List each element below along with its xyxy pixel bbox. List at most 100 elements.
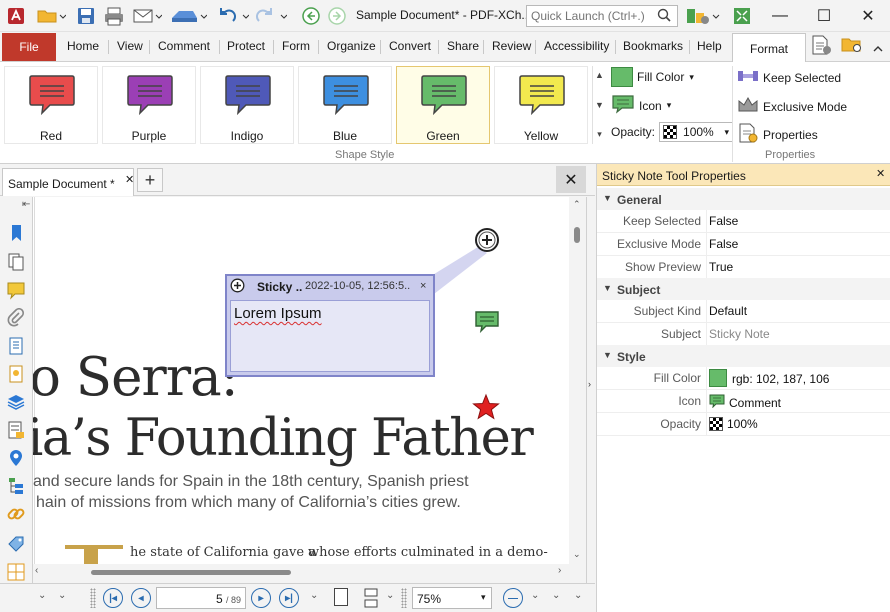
tab-share[interactable]: Share	[447, 39, 479, 53]
expand-gallery-icon[interactable]: ▾	[597, 129, 602, 140]
save-icon[interactable]	[74, 4, 98, 28]
fill-color-button[interactable]: Fill Color ▾	[611, 67, 694, 87]
style-yellow-button[interactable]: Yellow	[494, 66, 588, 144]
page-number-input[interactable]: 5 / 89	[156, 587, 246, 609]
back-nav-icon[interactable]	[300, 4, 322, 28]
tags-icon[interactable]	[6, 534, 26, 554]
zoom-out-button[interactable]: —	[503, 588, 523, 608]
open-folder-icon[interactable]	[34, 4, 68, 28]
tab-home[interactable]: Home	[67, 39, 99, 53]
tab-bookmarks[interactable]: Bookmarks	[623, 39, 683, 53]
style-red-button[interactable]: Red	[4, 66, 98, 144]
first-page-button[interactable]: |◂	[103, 588, 123, 608]
fields-icon[interactable]	[6, 420, 26, 440]
popup-close-button[interactable]: ×	[420, 280, 426, 292]
chevron-down-icon[interactable]: ⌄	[58, 590, 66, 601]
section-subject[interactable]: ▼ Subject	[597, 278, 890, 300]
tab-form[interactable]: Form	[282, 39, 310, 53]
chevron-down-icon[interactable]: ⌄	[574, 590, 582, 601]
chevron-right-icon[interactable]: ›	[588, 379, 591, 389]
sticky-note-anchor-icon[interactable]	[474, 227, 501, 253]
document-settings-icon[interactable]	[808, 33, 836, 57]
previous-page-button[interactable]: ◂	[131, 588, 151, 608]
prop-row-exclusive-mode[interactable]: Exclusive Mode False	[597, 233, 890, 256]
chevron-down-icon[interactable]: ⌄	[310, 590, 318, 601]
email-icon[interactable]	[130, 4, 164, 28]
chevron-right-icon[interactable]: ›	[558, 565, 561, 576]
style-purple-button[interactable]: Purple	[102, 66, 196, 144]
style-blue-button[interactable]: Blue	[298, 66, 392, 144]
compare-icon[interactable]	[6, 562, 26, 582]
bookmarks-icon[interactable]	[6, 223, 26, 243]
document-tab[interactable]: Sample Document * ✕	[2, 168, 134, 196]
chevron-up-icon[interactable]: ⌃	[573, 199, 581, 210]
prop-row-opacity[interactable]: Opacity 100%	[597, 413, 890, 436]
chevron-down-icon[interactable]: ⌄	[38, 590, 46, 601]
folder-search-icon[interactable]	[838, 33, 866, 57]
undo-icon[interactable]	[214, 4, 250, 28]
redo-icon[interactable]	[252, 4, 288, 28]
prop-value[interactable]: True	[709, 260, 733, 274]
prop-row-icon[interactable]: Icon Comment	[597, 390, 890, 413]
popup-content-box[interactable]: Lorem Ipsum	[230, 300, 430, 372]
tab-protect[interactable]: Protect	[227, 39, 265, 53]
forward-nav-icon[interactable]	[326, 4, 348, 28]
tab-view[interactable]: View	[117, 39, 143, 53]
customize-toolbar-icon[interactable]	[684, 4, 724, 28]
prop-value[interactable]: False	[709, 237, 738, 251]
tab-format[interactable]: Format	[732, 33, 806, 63]
chevron-down-icon[interactable]: ⌄	[386, 590, 394, 601]
prop-row-subject[interactable]: Subject Sticky Note	[597, 323, 890, 346]
gallery-scroll[interactable]: ▲ ▼ ▾	[592, 66, 606, 144]
horizontal-scrollbar[interactable]: ‹ ›	[33, 564, 569, 581]
tab-help[interactable]: Help	[697, 39, 722, 53]
prop-row-show-preview[interactable]: Show Preview True	[597, 256, 890, 279]
sticky-note-comment-icon[interactable]	[473, 309, 501, 335]
prop-value[interactable]: Sticky Note	[709, 327, 770, 341]
single-page-icon[interactable]	[334, 588, 348, 606]
horizontal-scroll-thumb[interactable]	[91, 570, 291, 575]
chevron-up-icon[interactable]: ▲	[595, 70, 604, 80]
section-general[interactable]: ▼ General	[597, 188, 890, 210]
document-icon[interactable]	[6, 336, 26, 356]
fullscreen-icon[interactable]	[730, 4, 754, 28]
tab-accessibility[interactable]: Accessibility	[544, 39, 609, 53]
chevron-up-icon[interactable]	[870, 37, 886, 61]
destinations-icon[interactable]	[6, 448, 26, 468]
tab-review[interactable]: Review	[492, 39, 531, 53]
panel-splitter[interactable]: ›	[586, 197, 595, 585]
print-icon[interactable]	[102, 4, 126, 28]
attachments-icon[interactable]	[6, 307, 26, 328]
chevron-down-icon[interactable]: ⌄	[573, 549, 581, 560]
section-style[interactable]: ▼ Style	[597, 345, 890, 367]
collapse-sidebar-icon[interactable]: ⇤	[22, 199, 30, 210]
tab-convert[interactable]: Convert	[389, 39, 431, 53]
star-icon[interactable]	[472, 393, 500, 421]
document-view[interactable]: o Serra: ia’s Founding Father and secure…	[33, 197, 569, 564]
continuous-page-icon[interactable]	[362, 588, 380, 608]
layers-icon[interactable]	[6, 392, 26, 412]
chevron-down-icon[interactable]: ⌄	[531, 590, 539, 601]
popup-titlebar[interactable]: Sticky .. 2022-10-05, 12:56:5.. ×	[227, 276, 433, 296]
style-green-button[interactable]: Green	[396, 66, 490, 144]
prop-value-container[interactable]: Comment	[709, 394, 781, 411]
zoom-select[interactable]: 75% ▾	[412, 587, 492, 609]
structure-icon[interactable]	[6, 476, 26, 496]
next-page-button[interactable]: ▸	[251, 588, 271, 608]
vertical-scrollbar[interactable]: ⌃ ⌄	[569, 197, 586, 564]
tab-comment[interactable]: Comment	[158, 39, 210, 53]
chevron-down-icon[interactable]: ⌄	[552, 590, 560, 601]
new-tab-button[interactable]: +	[137, 168, 163, 192]
comments-icon[interactable]	[6, 280, 26, 300]
minimize-button[interactable]: —	[758, 0, 802, 32]
prop-row-keep-selected[interactable]: Keep Selected False	[597, 210, 890, 233]
exclusive-mode-button[interactable]: Exclusive Mode	[737, 96, 847, 117]
pages-icon[interactable]	[6, 252, 26, 272]
sticky-note-popup[interactable]: Sticky .. 2022-10-05, 12:56:5.. × Lorem …	[225, 274, 435, 377]
quick-launch-input[interactable]	[526, 5, 678, 27]
prop-row-fill-color[interactable]: Fill Color rgb: 102, 187, 106	[597, 367, 890, 390]
properties-button[interactable]: Properties	[737, 123, 818, 146]
prop-value-container[interactable]: 100%	[709, 417, 758, 431]
vertical-scroll-thumb[interactable]	[574, 227, 580, 243]
close-panel-icon[interactable]: ✕	[876, 167, 885, 180]
